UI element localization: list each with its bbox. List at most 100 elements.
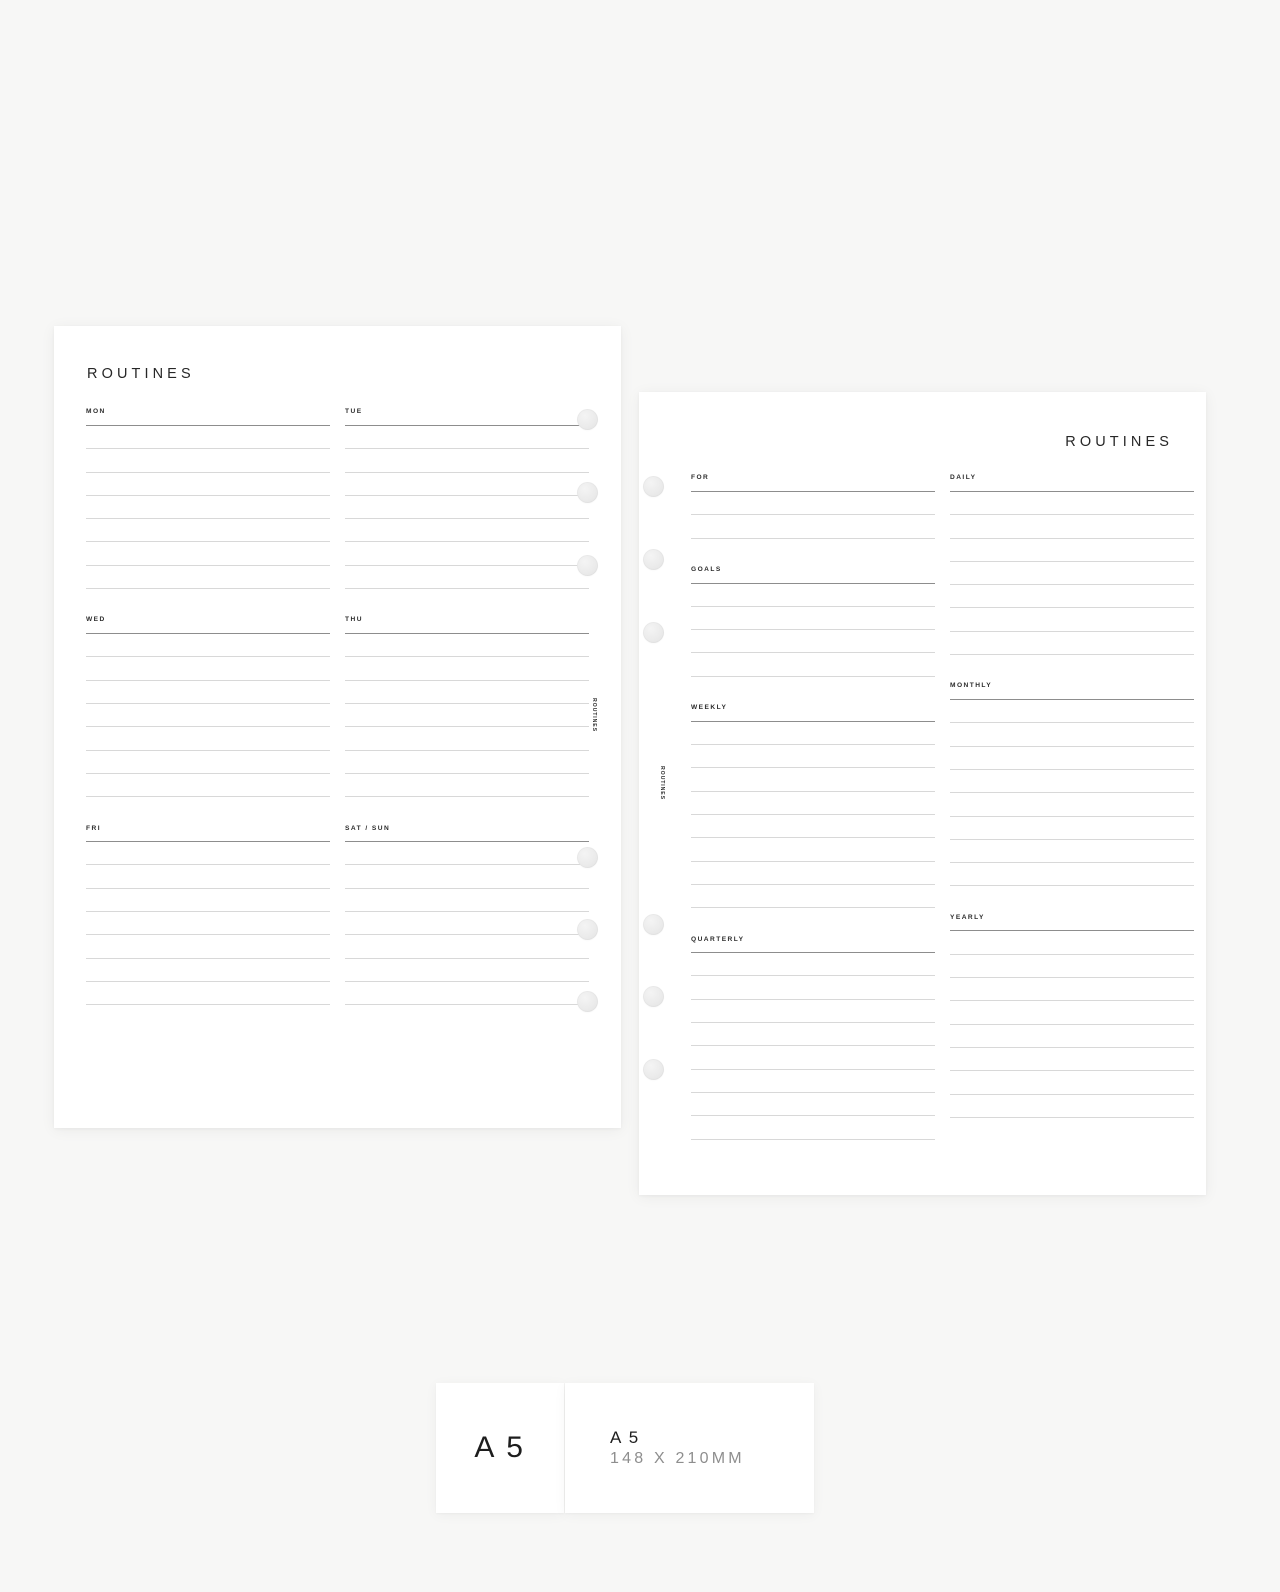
section-head-rule[interactable] — [86, 841, 330, 843]
writing-line[interactable] — [950, 815, 1194, 817]
writing-line[interactable] — [86, 911, 330, 913]
writing-line[interactable] — [691, 744, 935, 746]
writing-line[interactable] — [950, 1046, 1194, 1048]
writing-line[interactable] — [345, 656, 589, 658]
writing-line[interactable] — [950, 792, 1194, 794]
writing-line[interactable] — [345, 887, 589, 889]
writing-line[interactable] — [345, 518, 589, 520]
writing-line[interactable] — [691, 860, 935, 862]
section-head-rule[interactable] — [86, 425, 330, 426]
writing-lines[interactable] — [950, 491, 1194, 656]
writing-line[interactable] — [345, 494, 589, 496]
writing-line[interactable] — [950, 630, 1194, 632]
writing-line[interactable] — [950, 560, 1194, 562]
writing-line[interactable] — [345, 564, 589, 566]
section-head-rule[interactable] — [345, 841, 589, 843]
writing-line[interactable] — [691, 1091, 935, 1093]
writing-line[interactable] — [950, 1093, 1194, 1095]
writing-line[interactable] — [691, 652, 935, 654]
section-head-rule[interactable] — [691, 491, 935, 492]
writing-line[interactable] — [950, 745, 1194, 747]
writing-line[interactable] — [86, 887, 330, 889]
writing-line[interactable] — [86, 726, 330, 728]
writing-line[interactable] — [345, 541, 589, 543]
section-head-rule[interactable] — [345, 633, 589, 635]
writing-line[interactable] — [950, 885, 1194, 887]
writing-line[interactable] — [86, 980, 330, 982]
writing-lines[interactable] — [86, 425, 330, 590]
writing-line[interactable] — [86, 588, 330, 590]
writing-line[interactable] — [950, 1116, 1194, 1118]
writing-line[interactable] — [950, 514, 1194, 516]
writing-lines[interactable] — [950, 699, 1194, 887]
writing-line[interactable] — [950, 768, 1194, 770]
writing-line[interactable] — [345, 702, 589, 704]
writing-line[interactable] — [345, 957, 589, 959]
section-head-rule[interactable] — [691, 952, 935, 954]
writing-lines[interactable] — [691, 491, 935, 539]
writing-line[interactable] — [691, 837, 935, 839]
writing-lines[interactable] — [86, 841, 330, 1006]
writing-line[interactable] — [86, 772, 330, 774]
writing-line[interactable] — [86, 471, 330, 473]
writing-line[interactable] — [345, 980, 589, 982]
writing-line[interactable] — [691, 767, 935, 769]
writing-line[interactable] — [950, 862, 1194, 864]
writing-line[interactable] — [950, 537, 1194, 539]
section-head-rule[interactable] — [950, 930, 1194, 932]
writing-line[interactable] — [86, 541, 330, 543]
writing-line[interactable] — [691, 998, 935, 1000]
writing-line[interactable] — [691, 907, 935, 909]
writing-line[interactable] — [345, 679, 589, 681]
section-head-rule[interactable] — [86, 633, 330, 635]
writing-lines[interactable] — [691, 582, 935, 677]
writing-lines[interactable] — [345, 841, 589, 1006]
writing-line[interactable] — [691, 605, 935, 607]
writing-line[interactable] — [691, 629, 935, 631]
section-head-rule[interactable] — [345, 425, 589, 426]
section-head-rule[interactable] — [691, 582, 935, 584]
writing-lines[interactable] — [691, 952, 935, 1140]
writing-lines[interactable] — [691, 720, 935, 909]
writing-line[interactable] — [950, 1070, 1194, 1072]
writing-line[interactable] — [950, 838, 1194, 840]
writing-line[interactable] — [345, 772, 589, 774]
writing-line[interactable] — [691, 1115, 935, 1117]
writing-line[interactable] — [950, 654, 1194, 656]
writing-line[interactable] — [345, 588, 589, 590]
writing-line[interactable] — [86, 749, 330, 751]
writing-line[interactable] — [950, 977, 1194, 979]
section-head-rule[interactable] — [950, 491, 1194, 492]
writing-line[interactable] — [950, 722, 1194, 724]
writing-line[interactable] — [86, 494, 330, 496]
writing-line[interactable] — [950, 1000, 1194, 1002]
writing-line[interactable] — [691, 790, 935, 792]
writing-lines[interactable] — [345, 425, 589, 590]
writing-line[interactable] — [691, 675, 935, 677]
writing-line[interactable] — [691, 1068, 935, 1070]
writing-line[interactable] — [86, 957, 330, 959]
writing-line[interactable] — [345, 934, 589, 936]
writing-lines[interactable] — [345, 633, 589, 798]
writing-line[interactable] — [345, 1004, 589, 1006]
writing-line[interactable] — [345, 448, 589, 450]
writing-line[interactable] — [86, 796, 330, 798]
writing-lines[interactable] — [950, 930, 1194, 1118]
writing-line[interactable] — [345, 911, 589, 913]
writing-line[interactable] — [345, 749, 589, 751]
section-head-rule[interactable] — [950, 699, 1194, 701]
writing-line[interactable] — [86, 702, 330, 704]
writing-line[interactable] — [691, 1138, 935, 1140]
writing-line[interactable] — [691, 975, 935, 977]
writing-line[interactable] — [950, 584, 1194, 586]
writing-line[interactable] — [345, 726, 589, 728]
writing-line[interactable] — [345, 796, 589, 798]
writing-line[interactable] — [345, 471, 589, 473]
writing-line[interactable] — [86, 864, 330, 866]
writing-line[interactable] — [86, 518, 330, 520]
writing-line[interactable] — [691, 1045, 935, 1047]
writing-line[interactable] — [691, 1022, 935, 1024]
writing-line[interactable] — [86, 564, 330, 566]
writing-lines[interactable] — [86, 633, 330, 798]
writing-line[interactable] — [950, 607, 1194, 609]
